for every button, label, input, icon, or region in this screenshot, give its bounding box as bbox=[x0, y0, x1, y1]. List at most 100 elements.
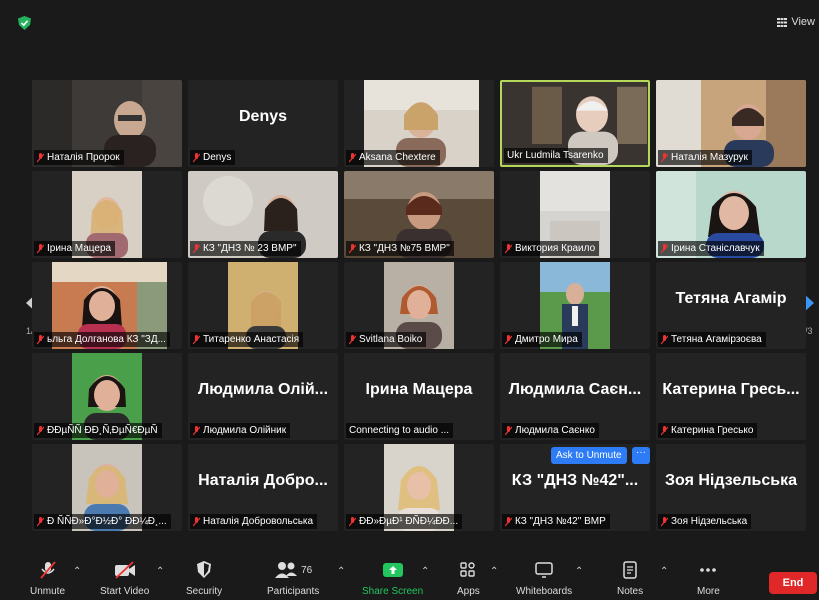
participant-tile[interactable]: Людмила Олій... Людмила Олійник bbox=[188, 353, 338, 440]
muted-mic-icon bbox=[37, 516, 44, 526]
view-label: View bbox=[791, 16, 815, 28]
muted-mic-icon bbox=[505, 425, 512, 435]
participants-button[interactable]: 76 Participants bbox=[267, 560, 319, 597]
muted-mic-icon bbox=[505, 516, 512, 526]
participant-tile[interactable]: КЗ "ДНЗ № 23 ВМР" bbox=[188, 171, 338, 258]
participant-name-label: КЗ "ДНЗ №42" ВМР bbox=[502, 514, 610, 529]
share-screen-button[interactable]: Share Screen bbox=[362, 560, 423, 597]
participant-tile[interactable]: ÐÐµÑÑ ÐÐ¸Ñ‚ÐµÑ€ÐµÑ bbox=[32, 353, 182, 440]
participant-name-label: Наталія Мазурук bbox=[658, 150, 752, 165]
muted-mic-icon bbox=[661, 334, 668, 344]
participant-name-label: Denys bbox=[190, 150, 236, 165]
participant-display-name: Людмила Саєн... bbox=[508, 381, 642, 398]
muted-mic-icon bbox=[661, 425, 668, 435]
participant-name-label: Катерина Гресько bbox=[658, 423, 758, 438]
ask-to-unmute-button[interactable]: Ask to Unmute bbox=[551, 447, 627, 464]
participant-tile[interactable]: Титаренко Анастасія bbox=[188, 262, 338, 349]
muted-mic-icon bbox=[37, 152, 44, 162]
muted-mic-icon bbox=[661, 152, 668, 162]
participant-name-label: Ukr Ludmila Tsarenko bbox=[504, 148, 608, 163]
participant-display-name: Denys bbox=[238, 108, 288, 125]
participant-more-button[interactable]: ··· bbox=[632, 447, 650, 464]
notes-button[interactable]: Notes bbox=[617, 560, 643, 597]
shield-icon bbox=[197, 561, 212, 578]
participant-tile[interactable]: Зоя Нідзельська Зоя Нідзельська bbox=[656, 444, 806, 531]
participant-name-label: Дмитро Мира bbox=[502, 332, 582, 347]
participant-tile[interactable]: КЗ "ДНЗ №75 ВМР" bbox=[344, 171, 494, 258]
participant-tile[interactable]: Катерина Гресь... Катерина Гресько bbox=[656, 353, 806, 440]
participant-tile[interactable]: ÐÐ»ÐµÐ¹ ÐÑÐ¼ÐÐ... bbox=[344, 444, 494, 531]
participant-name-label: Титаренко Анастасія bbox=[190, 332, 304, 347]
muted-mic-icon bbox=[505, 334, 512, 344]
muted-mic-icon bbox=[37, 425, 44, 435]
participant-display-name: Катерина Гресь... bbox=[662, 381, 800, 398]
audio-options-caret-icon[interactable]: ⌃ bbox=[73, 566, 81, 577]
participant-tile[interactable]: Наталія Мазурук bbox=[656, 80, 806, 167]
zoom-meeting-window: View 1/3 1/3 Наталія Пророк Denys Denys … bbox=[0, 0, 819, 600]
participant-tile[interactable]: ьльга Долганова КЗ "ЗД... bbox=[32, 262, 182, 349]
participant-display-name: Тетяна Агамір bbox=[675, 290, 787, 307]
participant-name-label: Connecting to audio ... bbox=[346, 423, 454, 438]
grid-view-icon bbox=[777, 17, 788, 27]
participant-tile[interactable]: Ірина Мацера bbox=[32, 171, 182, 258]
participant-tile[interactable]: Наталія Добро... Наталія Добровольська bbox=[188, 444, 338, 531]
muted-mic-icon bbox=[505, 243, 512, 253]
participant-name-label: Aksana Chextere bbox=[346, 150, 440, 165]
participant-tile[interactable]: Виктория Краило bbox=[500, 171, 650, 258]
participant-tile-active-speaker[interactable]: Ukr Ludmila Tsarenko bbox=[500, 80, 650, 167]
apps-icon bbox=[460, 562, 476, 577]
participant-tile[interactable]: Дмитро Мира bbox=[500, 262, 650, 349]
apps-button[interactable]: Apps bbox=[457, 560, 480, 597]
participant-tile[interactable]: Наталія Пророк bbox=[32, 80, 182, 167]
muted-mic-icon bbox=[349, 334, 356, 344]
whiteboard-icon bbox=[535, 562, 553, 578]
muted-mic-icon bbox=[193, 425, 200, 435]
muted-mic-icon bbox=[349, 152, 356, 162]
muted-mic-icon bbox=[37, 334, 44, 344]
video-options-caret-icon[interactable]: ⌃ bbox=[156, 566, 164, 577]
participant-tile[interactable]: Svitlana Boiko bbox=[344, 262, 494, 349]
participant-tile[interactable]: Aksana Chextere bbox=[344, 80, 494, 167]
participant-name-label: ÐÐ»ÐµÐ¹ ÐÑÐ¼ÐÐ... bbox=[346, 514, 463, 529]
participant-display-name: Наталія Добро... bbox=[198, 472, 328, 489]
participant-tile[interactable]: Ірина Станіславчук bbox=[656, 171, 806, 258]
muted-mic-icon bbox=[193, 334, 200, 344]
whiteboards-options-caret-icon[interactable]: ⌃ bbox=[575, 566, 583, 577]
muted-mic-icon bbox=[349, 516, 356, 526]
muted-mic-icon bbox=[349, 243, 356, 253]
share-options-caret-icon[interactable]: ⌃ bbox=[421, 566, 429, 577]
muted-mic-icon bbox=[193, 243, 200, 253]
participant-tile[interactable]: Ірина Мацера Connecting to audio ... bbox=[344, 353, 494, 440]
start-video-button[interactable]: Start Video bbox=[100, 560, 149, 597]
unmute-button[interactable]: Unmute bbox=[30, 560, 65, 597]
participant-name-label: Людмила Саєнко bbox=[502, 423, 599, 438]
muted-mic-icon bbox=[193, 516, 200, 526]
muted-mic-icon bbox=[37, 243, 44, 253]
participant-tile[interactable]: Ð ÑÑÐ»Ð°Ð½Ð° ÐÐ¼Ð¸... bbox=[32, 444, 182, 531]
participant-tile[interactable]: Людмила Саєн... Людмила Саєнко bbox=[500, 353, 650, 440]
whiteboards-button[interactable]: Whiteboards bbox=[516, 560, 572, 597]
end-meeting-button[interactable]: End bbox=[769, 572, 817, 594]
more-button[interactable]: More bbox=[697, 560, 720, 597]
participant-name-label: КЗ "ДНЗ №75 ВМР" bbox=[346, 241, 454, 256]
notes-options-caret-icon[interactable]: ⌃ bbox=[660, 566, 668, 577]
shield-check-icon[interactable] bbox=[18, 16, 31, 30]
participant-display-name: КЗ "ДНЗ №42"... bbox=[511, 472, 639, 489]
participant-name-label: Виктория Краило bbox=[502, 241, 600, 256]
participants-options-caret-icon[interactable]: ⌃ bbox=[337, 566, 345, 577]
participant-name-label: Тетяна Агамірзоєва bbox=[658, 332, 766, 347]
participant-name-label: Наталія Добровольська bbox=[190, 514, 318, 529]
meeting-toolbar: Unmute ⌃ Start Video ⌃ Security 76 Parti… bbox=[0, 556, 819, 600]
participant-name-label: Ð ÑÑÐ»Ð°Ð½Ð° ÐÐ¼Ð¸... bbox=[34, 514, 171, 529]
participant-tile[interactable]: Denys Denys bbox=[188, 80, 338, 167]
security-button[interactable]: Security bbox=[186, 560, 222, 597]
view-button[interactable]: View bbox=[777, 16, 815, 28]
participants-icon bbox=[275, 562, 298, 578]
muted-mic-icon bbox=[661, 243, 668, 253]
muted-mic-icon bbox=[661, 516, 668, 526]
participant-tile[interactable]: Тетяна Агамір Тетяна Агамірзоєва bbox=[656, 262, 806, 349]
notes-icon bbox=[623, 561, 637, 579]
participant-display-name: Ірина Мацера bbox=[365, 381, 473, 398]
participant-name-label: Ірина Мацера bbox=[34, 241, 116, 256]
apps-options-caret-icon[interactable]: ⌃ bbox=[490, 566, 498, 577]
